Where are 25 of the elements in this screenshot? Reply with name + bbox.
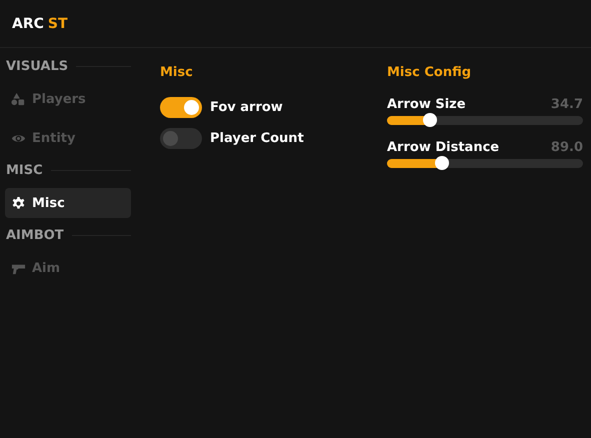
sidebar-item[interactable]: Entity (5, 123, 131, 153)
slider-label: Arrow Size (387, 97, 466, 112)
toggle-label: Fov arrow (210, 100, 283, 115)
slider-value: 34.7 (550, 97, 583, 112)
sidebar-item[interactable]: Misc (5, 188, 131, 218)
logo-accent: ST (48, 16, 68, 32)
slider-thumb[interactable] (423, 113, 438, 127)
toggle-switch[interactable] (160, 97, 202, 118)
sidebar-item[interactable]: Aim (5, 253, 131, 283)
shapes-icon (11, 92, 26, 106)
logo-text: ARC (12, 16, 44, 32)
sidebar-item[interactable]: Players (5, 84, 131, 114)
slider-track[interactable] (387, 116, 583, 125)
section-title: Misc Config (387, 65, 472, 80)
slider-label: Arrow Distance (387, 140, 500, 155)
slider-value: 89.0 (550, 140, 583, 155)
slider-thumb[interactable] (434, 156, 449, 170)
gear-icon (11, 196, 26, 210)
toggle-label: Player Count (210, 131, 304, 146)
section-heading: VISUALS (5, 59, 68, 74)
section-heading: MISC (5, 163, 43, 178)
section-heading: AIMBOT (5, 228, 64, 243)
slider-track[interactable] (387, 159, 583, 168)
section-title: Misc (160, 65, 194, 80)
toggle-switch[interactable] (160, 128, 202, 149)
